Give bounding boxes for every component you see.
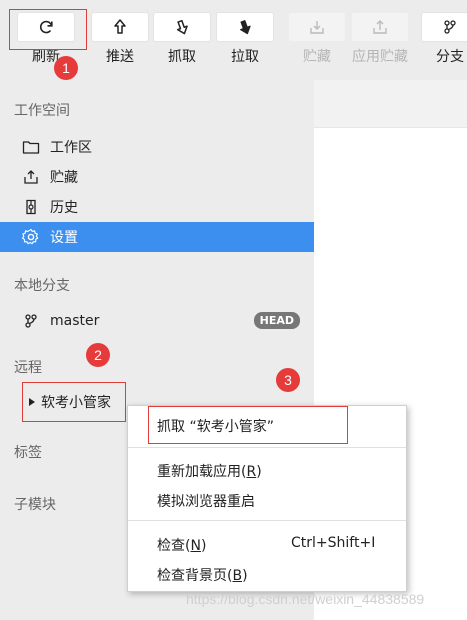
folder-icon xyxy=(22,138,40,156)
sidebar-item-stash[interactable]: 贮藏 xyxy=(0,162,314,192)
watermark: https://blog.csdn.net/weixin_44838589 xyxy=(186,591,425,607)
local-branches-title: 本地分支 xyxy=(14,278,70,294)
submodules-title: 子模块 xyxy=(14,497,56,513)
menu-item-simulate-restart[interactable]: 模拟浏览器重启 xyxy=(157,491,255,511)
menu-separator xyxy=(128,520,406,521)
main-header xyxy=(314,80,467,128)
menu-item-reload-app[interactable]: 重新加载应用(R) xyxy=(157,461,262,481)
sidebar-item-label: master xyxy=(50,313,100,329)
sidebar-item-label: 工作区 xyxy=(50,140,92,156)
sidebar-item-history[interactable]: 历史 xyxy=(0,192,314,222)
tags-title: 标签 xyxy=(14,445,42,461)
remotes-title: 远程 xyxy=(14,360,42,376)
marker-2: 2 xyxy=(86,343,110,367)
marker-1: 1 xyxy=(54,56,78,80)
sidebar-item-master[interactable]: master HEAD xyxy=(0,306,314,336)
apply-stash-button[interactable]: 应用贮藏 xyxy=(351,12,409,68)
stash-icon xyxy=(22,168,40,186)
remote-item-label: 软考小管家 xyxy=(41,395,111,411)
branch-icon xyxy=(22,312,40,330)
stash-icon xyxy=(310,21,324,34)
context-menu: 抓取 “软考小管家” 重新加载应用(R) 模拟浏览器重启 检查(N) Ctrl+… xyxy=(127,405,407,592)
menu-item-inspect-background[interactable]: 检查背景页(B) xyxy=(157,565,248,585)
head-badge: HEAD xyxy=(253,312,300,329)
pull-icon xyxy=(240,20,251,35)
refresh-highlight-box xyxy=(9,9,87,50)
caret-right-icon[interactable] xyxy=(29,398,35,406)
inspect-shortcut: Ctrl+Shift+I xyxy=(291,535,376,551)
branch-icon xyxy=(444,20,456,34)
gear-icon xyxy=(22,228,40,246)
branch-label: 分支 xyxy=(436,49,464,65)
sidebar-item-label: 贮藏 xyxy=(50,170,78,186)
apply-stash-icon xyxy=(373,20,387,34)
history-icon xyxy=(22,198,40,216)
fetch-icon xyxy=(176,19,188,35)
sidebar-item-label: 历史 xyxy=(50,200,78,216)
sidebar-item-label: 设置 xyxy=(50,230,78,246)
push-icon xyxy=(114,19,126,34)
fetch-highlight-box xyxy=(148,406,348,444)
remote-item[interactable]: 软考小管家 xyxy=(22,382,126,422)
sidebar-item-workspace[interactable]: 工作区 xyxy=(0,132,314,162)
marker-3: 3 xyxy=(276,368,300,392)
pull-button[interactable]: 拉取 xyxy=(216,12,274,68)
sidebar-item-settings[interactable]: 设置 xyxy=(0,222,314,252)
menu-separator xyxy=(128,447,406,448)
branch-button[interactable]: 分支 xyxy=(421,12,467,68)
workspace-title: 工作空间 xyxy=(14,103,70,119)
